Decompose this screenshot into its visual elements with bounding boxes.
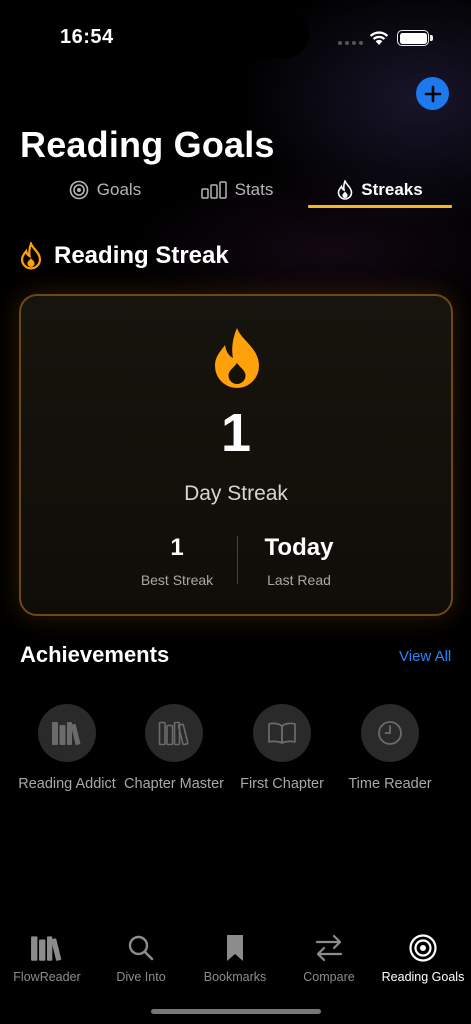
- active-tab-indicator: [308, 205, 452, 208]
- achievement-badge: [361, 704, 419, 762]
- tabbar-item-compare[interactable]: Compare: [279, 932, 379, 984]
- status-bar: 16:54: [0, 0, 471, 70]
- target-icon: [409, 934, 437, 962]
- tabbar-item-flowreader[interactable]: FlowReader: [0, 932, 97, 984]
- tabbar-label: Reading Goals: [381, 970, 465, 984]
- last-read-value: Today: [264, 534, 334, 561]
- books-icon: [52, 722, 81, 746]
- tabbar-label: Compare: [303, 970, 355, 984]
- tab-streaks[interactable]: Streaks: [308, 172, 452, 208]
- last-read-stat: Today Last Read: [219, 534, 379, 588]
- streak-card: 1 Day Streak 1 Best Streak Today Last Re…: [19, 294, 453, 616]
- tabbar-label: FlowReader: [13, 970, 81, 984]
- add-goal-button[interactable]: [416, 77, 449, 110]
- wifi-icon: [369, 31, 389, 45]
- status-time: 16:54: [60, 26, 114, 48]
- tabbar-label: Bookmarks: [203, 970, 267, 984]
- achievement-badge: [253, 704, 311, 762]
- tabbar-item-reading-goals[interactable]: Reading Goals: [370, 932, 471, 984]
- tab-goals[interactable]: Goals: [40, 172, 170, 208]
- clock-icon: [378, 721, 402, 745]
- books-outline-icon: [158, 721, 189, 746]
- achievement-label: Reading Addict: [18, 776, 116, 792]
- streak-section-title: Reading Streak: [54, 242, 229, 269]
- swap-arrows-icon: [315, 934, 343, 962]
- achievement-item[interactable]: Chapter Master: [119, 704, 229, 795]
- achievement-item[interactable]: Time Reader: [335, 704, 445, 795]
- tabbar-item-dive-into[interactable]: Dive Into: [91, 932, 191, 984]
- tabbar-label: Dive Into: [116, 970, 166, 984]
- achievement-item[interactable]: Reading Addict: [12, 704, 122, 795]
- achievement-label: First Chapter: [240, 776, 324, 792]
- achievements-title: Achievements: [20, 642, 170, 667]
- tab-stats[interactable]: Stats: [172, 172, 302, 208]
- tab-stats-label: Stats: [234, 180, 274, 199]
- bookmark-icon: [227, 935, 243, 961]
- tab-goals-label: Goals: [96, 180, 142, 199]
- flame-icon: [215, 328, 259, 388]
- bar-chart-icon: [200, 181, 227, 199]
- open-book-icon: [268, 722, 296, 744]
- achievement-label: Time Reader: [348, 776, 432, 792]
- flame-icon: [337, 180, 353, 200]
- achievement-badge: [38, 704, 96, 762]
- achievement-badge: [145, 704, 203, 762]
- battery-icon: [397, 30, 433, 46]
- plus-icon: [424, 85, 441, 102]
- view-all-link[interactable]: View All: [399, 648, 451, 665]
- streak-count-label: Day Streak: [184, 482, 288, 505]
- tabbar-item-bookmarks[interactable]: Bookmarks: [185, 932, 285, 984]
- achievement-label: Chapter Master: [124, 776, 224, 792]
- search-icon: [128, 935, 154, 961]
- achievement-item[interactable]: First Chapter: [227, 704, 337, 795]
- books-icon: [31, 936, 62, 961]
- streak-section-header: Reading Streak: [20, 242, 229, 270]
- dynamic-island: [177, 12, 309, 58]
- home-indicator: [151, 1009, 321, 1014]
- segment-tabs: Goals Stats Streaks: [0, 172, 471, 212]
- page-title: Reading Goals: [20, 124, 275, 165]
- last-read-label: Last Read: [267, 572, 331, 588]
- tab-streaks-label: Streaks: [361, 180, 423, 199]
- target-icon: [69, 180, 89, 200]
- flame-icon: [20, 242, 42, 270]
- cellular-signal-icon: [338, 41, 363, 45]
- streak-count: 1: [220, 403, 252, 463]
